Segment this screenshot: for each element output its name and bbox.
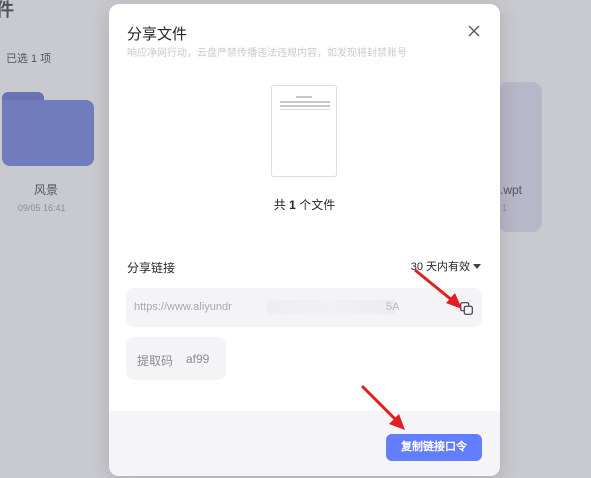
file-count-suffix: 个文件 <box>299 198 336 212</box>
document-thumbnail <box>271 85 337 177</box>
extract-code-label: 提取码 <box>137 354 174 368</box>
extract-code-field: 提取码 af99 <box>126 337 226 380</box>
copy-icon[interactable] <box>460 302 473 315</box>
validity-dropdown[interactable]: 30 天内有效 <box>411 258 470 274</box>
share-url-field[interactable]: https://www.aliyundr 5A <box>126 288 482 327</box>
close-icon[interactable] <box>466 23 482 39</box>
extract-code-value: af99 <box>186 352 210 366</box>
file-count: 共 1 个文件 <box>109 196 500 213</box>
chevron-down-icon[interactable] <box>473 264 481 269</box>
share-dialog: 分享文件 响应净网行动，云盘严禁传播违法违规内容，如发现将封禁账号 共 1 个文… <box>109 4 500 476</box>
copy-link-button[interactable]: 复制链接口令 <box>386 434 482 461</box>
file-count-prefix: 共 <box>273 198 286 212</box>
share-url-text: https://www.aliyundr <box>134 301 232 313</box>
dialog-title: 分享文件 <box>127 26 188 43</box>
dialog-notice: 响应净网行动，云盘严禁传播违法违规内容，如发现将封禁账号 <box>127 48 407 59</box>
url-redaction <box>266 300 396 314</box>
share-url-tail: 5A <box>386 301 400 313</box>
file-count-number: 1 <box>289 198 296 212</box>
share-link-label: 分享链接 <box>127 261 176 275</box>
